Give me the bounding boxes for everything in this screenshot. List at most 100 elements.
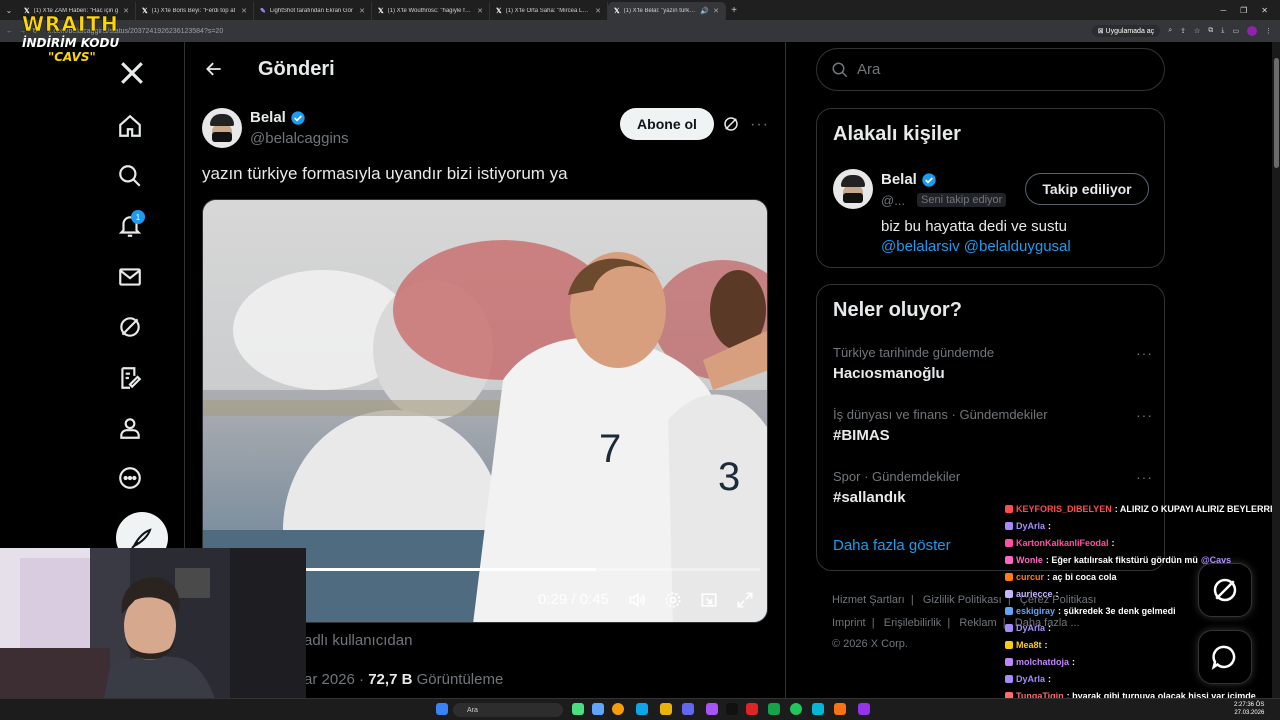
chat-username[interactable]: Mea8t: [1016, 640, 1042, 650]
close-tab-icon[interactable]: ✕: [477, 7, 483, 15]
chrome-icon[interactable]: [612, 703, 624, 715]
grok-icon[interactable]: [117, 314, 143, 340]
grok-icon[interactable]: [722, 115, 740, 138]
footer-link[interactable]: Hizmet Şartları: [832, 594, 905, 606]
tweet-meta: ar 2026 · 72,7 B Görüntüleme: [304, 671, 504, 688]
zoom-icon[interactable]: ⌕: [1168, 27, 1172, 35]
chat-username[interactable]: eskigiray: [1016, 606, 1055, 616]
footer-link[interactable]: Gizlilik Politikası: [923, 594, 1002, 606]
app-icon[interactable]: [746, 703, 758, 715]
messages-floating-button[interactable]: [1198, 630, 1252, 684]
related-bio-links[interactable]: @belalarsiv @belalduygusal: [881, 237, 1071, 257]
app-icon[interactable]: [592, 703, 604, 715]
taskview-icon[interactable]: [572, 703, 584, 715]
footer-link[interactable]: Erişilebilirlik: [884, 617, 941, 629]
address-actions: ⊠ Uygulamada aç ⌕ ⇪ ☆ ⧉ ⤓ ▭ ⋮: [1091, 25, 1280, 37]
more-options-icon[interactable]: ···: [1136, 407, 1153, 423]
chat-username[interactable]: DyArla: [1016, 521, 1045, 531]
spotify-icon[interactable]: [790, 703, 802, 715]
chat-username[interactable]: KEYFORIS_DIBELYEN: [1016, 504, 1112, 514]
maximize-icon[interactable]: ❐: [1240, 6, 1247, 15]
close-tab-icon[interactable]: ✕: [359, 7, 365, 15]
folder-icon[interactable]: [660, 703, 672, 715]
app-icon[interactable]: [706, 703, 718, 715]
app-icon[interactable]: [858, 703, 870, 715]
subscribe-button[interactable]: Abone ol: [620, 108, 714, 140]
related-avatar[interactable]: [833, 169, 873, 209]
webcam-image: [0, 548, 306, 720]
video-progress-bar[interactable]: [304, 568, 760, 571]
close-tab-icon[interactable]: ✕: [123, 7, 129, 15]
related-name-row[interactable]: Belal: [881, 171, 937, 188]
close-tab-icon[interactable]: ✕: [713, 7, 719, 15]
close-window-icon[interactable]: ✕: [1261, 6, 1268, 15]
fullscreen-icon[interactable]: [734, 589, 756, 611]
tweet-date[interactable]: ar 2026: [304, 671, 355, 688]
system-clock[interactable]: 2:27:36 ÖS 27.03.2026: [1234, 701, 1264, 717]
browser-tab[interactable]: 𝕏 (1) X'te Boris Beyi: "Ferdi top at ✕: [136, 2, 254, 20]
author-avatar[interactable]: [202, 108, 242, 148]
related-name[interactable]: Belal: [881, 171, 917, 188]
app-icon[interactable]: [768, 703, 780, 715]
chat-username[interactable]: DyArla: [1016, 674, 1045, 684]
home-icon[interactable]: [117, 113, 143, 139]
more-circle-icon[interactable]: [117, 465, 143, 491]
messages-mail-icon[interactable]: [117, 264, 143, 290]
windows-start-icon[interactable]: [436, 703, 448, 715]
author-handle[interactable]: @belalcaggins: [250, 130, 349, 147]
more-options-icon[interactable]: ···: [1136, 469, 1153, 485]
profile-avatar[interactable]: [1247, 26, 1257, 36]
app-icon[interactable]: [834, 703, 846, 715]
chat-username[interactable]: DyArla: [1016, 623, 1045, 633]
search-icon[interactable]: [117, 163, 143, 189]
minimize-icon[interactable]: ─: [1220, 6, 1226, 15]
extensions-icon[interactable]: ⧉: [1208, 27, 1213, 35]
open-in-app-button[interactable]: ⊠ Uygulamada aç: [1091, 25, 1161, 37]
browser-menu-icon[interactable]: ⋮: [1265, 27, 1272, 35]
chat-username[interactable]: auriecce: [1016, 589, 1053, 599]
more-options-icon[interactable]: ···: [750, 116, 769, 134]
tab-menu-icon[interactable]: ⌄: [0, 6, 18, 15]
taskbar-search[interactable]: Ara: [453, 703, 563, 717]
more-options-icon[interactable]: ···: [1136, 345, 1153, 361]
app-icon[interactable]: [812, 703, 824, 715]
sidebar-icon[interactable]: ▭: [1232, 27, 1239, 35]
chat-username[interactable]: Wonle: [1016, 555, 1043, 565]
new-tab-button[interactable]: +: [726, 5, 742, 16]
picture-in-picture-icon[interactable]: [698, 589, 720, 611]
chat-username[interactable]: KartonKalkanliFeodal: [1016, 538, 1109, 548]
download-icon[interactable]: ⤓: [1221, 27, 1224, 35]
footer-link[interactable]: Imprint: [832, 617, 866, 629]
grok-floating-button[interactable]: [1198, 563, 1252, 617]
chat-username[interactable]: molchatdoja: [1016, 657, 1069, 667]
lists-icon[interactable]: [117, 365, 143, 391]
close-tab-icon[interactable]: ✕: [241, 7, 247, 15]
search-input[interactable]: Ara: [816, 48, 1165, 91]
chat-username[interactable]: curcur: [1016, 572, 1044, 582]
obs-icon[interactable]: [726, 703, 738, 715]
author-name[interactable]: Belal: [250, 109, 286, 126]
share-icon[interactable]: ⇪: [1180, 27, 1186, 35]
app-icon[interactable]: [636, 703, 648, 715]
bookmark-star-icon[interactable]: ☆: [1194, 27, 1200, 35]
footer-link[interactable]: Reklam: [959, 617, 996, 629]
following-button[interactable]: Takip ediliyor: [1025, 173, 1149, 205]
volume-icon[interactable]: [626, 589, 648, 611]
close-tab-icon[interactable]: ✕: [595, 7, 601, 15]
trend-item[interactable]: Türkiye tarihinde gündemde Hacıosmanoğlu…: [833, 345, 1153, 382]
browser-tab[interactable]: 𝕏 (1) X'te Wouthrosc: "hagiyle faka ✕: [372, 2, 490, 20]
back-nav-icon[interactable]: ←: [6, 28, 13, 35]
trend-item[interactable]: İş dünyası ve finans · Gündemdekiler #BI…: [833, 407, 1153, 444]
scrollbar-thumb[interactable]: [1274, 58, 1279, 168]
author-name-row[interactable]: Belal: [250, 109, 306, 126]
audio-icon[interactable]: 🔊: [700, 7, 709, 15]
discord-icon[interactable]: [682, 703, 694, 715]
browser-tab[interactable]: ✎ LightShot tarafından Ekran Gör ✕: [254, 2, 372, 20]
back-arrow-icon[interactable]: [204, 59, 224, 84]
related-handle[interactable]: @...: [881, 193, 905, 208]
browser-tab-active[interactable]: 𝕏 (1) X'te Belal: "yazın türkiye 🔊 ✕: [608, 2, 726, 20]
browser-tab[interactable]: 𝕏 (1) X'te Orta Saha: "Mircea Luce ✕: [490, 2, 608, 20]
profile-icon[interactable]: [117, 415, 143, 441]
show-more-link[interactable]: Daha fazla göster: [833, 537, 951, 554]
settings-gear-icon[interactable]: [662, 589, 684, 611]
